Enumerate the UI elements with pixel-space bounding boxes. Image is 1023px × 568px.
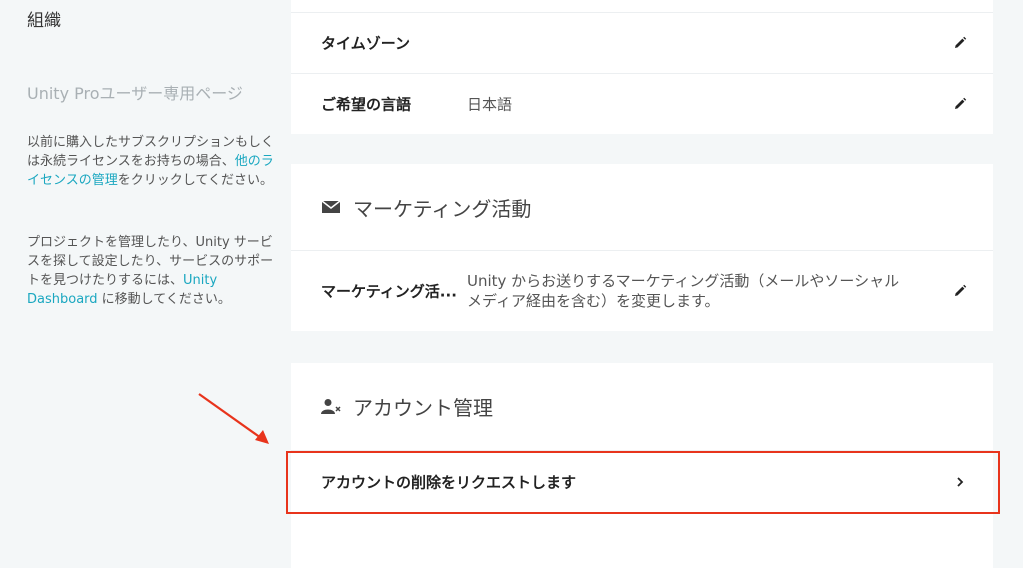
marketing-description: Unity からお送りするマーケティング活動（メールやソーシャルメディア経由を含… [467, 272, 900, 310]
edit-pencil-icon[interactable] [953, 284, 967, 298]
edit-pencil-icon[interactable] [953, 36, 967, 50]
sidebar-title: 組織 [27, 11, 61, 31]
sidebar-subtitle: Unity Proユーザー専用ページ [27, 84, 243, 103]
language-row[interactable]: ご希望の言語 日本語 [291, 73, 993, 133]
dashboard-text-before: プロジェクトを管理したり、Unity サービスを探して設定したり、サービスのサポ… [27, 235, 274, 288]
marketing-header: マーケティング活動 [321, 194, 532, 221]
highlight-box [286, 451, 1000, 514]
marketing-card: マーケティング活動 マーケティング活... Unity からお送りするマーケティ… [291, 164, 993, 331]
settings-card: タイムゾーン ご希望の言語 日本語 [291, 0, 993, 134]
envelope-icon [321, 200, 341, 213]
account-header: アカウント管理 [321, 393, 493, 420]
language-value: 日本語 [467, 95, 513, 113]
marketing-row[interactable]: マーケティング活... Unity からお送りするマーケティング活動（メールやソ… [291, 250, 993, 331]
sidebar-paragraph-dashboard: プロジェクトを管理したり、Unity サービスを探して設定したり、サービスのサポ… [27, 233, 277, 309]
annotation-arrow [198, 393, 269, 444]
licenses-text-after: をクリックしてください。 [117, 173, 273, 188]
language-label: ご希望の言語 [321, 95, 412, 113]
sidebar-paragraph-licenses: 以前に購入したサブスクリプションもしくは永続ライセンスをお持ちの場合、他のライセ… [27, 133, 277, 190]
sidebar: 組織 Unity Proユーザー専用ページ 以前に購入したサブスクリプションもし… [0, 0, 280, 568]
marketing-label: マーケティング活... [321, 282, 457, 301]
marketing-title: マーケティング活動 [353, 196, 532, 221]
account-title: アカウント管理 [353, 395, 493, 420]
timezone-row[interactable]: タイムゾーン [291, 12, 993, 72]
dashboard-text-after: に移動してください。 [97, 292, 231, 307]
edit-pencil-icon[interactable] [953, 97, 967, 111]
user-remove-icon [321, 399, 341, 414]
timezone-label: タイムゾーン [321, 34, 410, 52]
